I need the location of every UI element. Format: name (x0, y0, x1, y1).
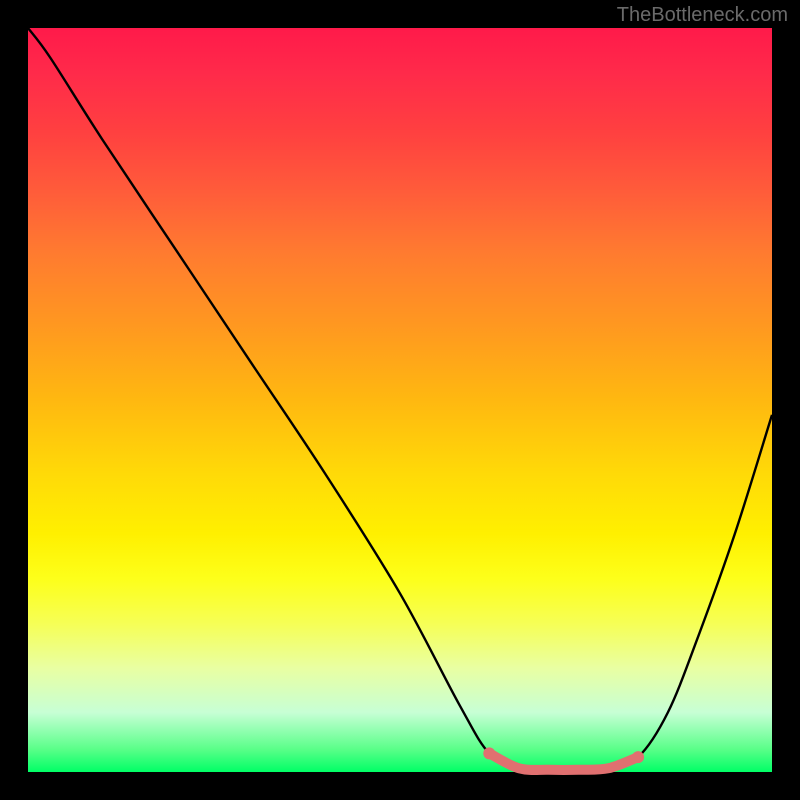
bottleneck-curve (28, 28, 772, 770)
highlight-band (489, 753, 638, 770)
curve-layer (28, 28, 772, 772)
watermark-text: TheBottleneck.com (617, 4, 788, 27)
plot-area (28, 28, 772, 772)
highlight-start-dot (483, 747, 495, 759)
highlight-end-dot (632, 751, 644, 763)
